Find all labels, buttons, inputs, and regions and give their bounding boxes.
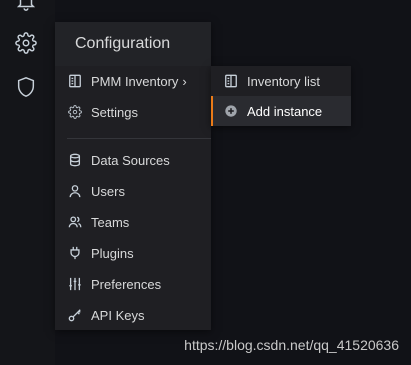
- menu-item-label: Plugins: [91, 245, 134, 261]
- sidebar: [0, 0, 55, 365]
- menu-item-label: Data Sources: [91, 152, 170, 168]
- menu-item-label: Settings: [91, 104, 138, 120]
- menu-divider: [67, 138, 211, 139]
- submenu-item-add-instance[interactable]: Add instance: [211, 96, 351, 126]
- pmm-inventory-submenu: Inventory list Add instance: [211, 66, 351, 126]
- menu-item-pmm-inventory[interactable]: PMM Inventory ›: [55, 67, 211, 95]
- key-icon: [67, 307, 83, 323]
- menu-item-label: PMM Inventory: [91, 73, 179, 89]
- inventory-icon: [223, 73, 239, 89]
- menu-item-users[interactable]: Users: [55, 177, 211, 205]
- gear-icon: [67, 104, 83, 120]
- menu-item-label: Preferences: [91, 276, 162, 292]
- menu-item-api-keys[interactable]: API Keys: [55, 301, 211, 329]
- menu-item-label: Users: [91, 183, 125, 199]
- submenu-item-inventory-list[interactable]: Inventory list: [211, 66, 351, 96]
- configuration-menu: Configuration PMM Inventory › Settings D…: [55, 22, 211, 330]
- users-icon: [67, 214, 83, 230]
- user-icon: [67, 183, 83, 199]
- plug-icon: [67, 245, 83, 261]
- bell-icon[interactable]: [13, 0, 39, 14]
- shield-icon[interactable]: [13, 74, 39, 100]
- menu-item-settings[interactable]: Settings: [55, 98, 211, 126]
- watermark: https://blog.csdn.net/qq_41520636: [184, 337, 399, 353]
- menu-item-label: API Keys: [91, 307, 145, 323]
- plus-circle-icon: [223, 103, 239, 119]
- menu-item-teams[interactable]: Teams: [55, 208, 211, 236]
- submenu-item-label: Add instance: [247, 103, 323, 119]
- menu-item-preferences[interactable]: Preferences: [55, 270, 211, 298]
- menu-item-plugins[interactable]: Plugins: [55, 239, 211, 267]
- inventory-icon: [67, 73, 83, 89]
- menu-item-label: Teams: [91, 214, 130, 230]
- database-icon: [67, 152, 83, 168]
- menu-title[interactable]: Configuration: [55, 22, 211, 66]
- gear-icon[interactable]: [13, 30, 39, 56]
- chevron-right-icon: ›: [182, 73, 187, 89]
- submenu-item-label: Inventory list: [247, 73, 320, 89]
- menu-item-data-sources[interactable]: Data Sources: [55, 146, 211, 174]
- sliders-icon: [67, 276, 83, 292]
